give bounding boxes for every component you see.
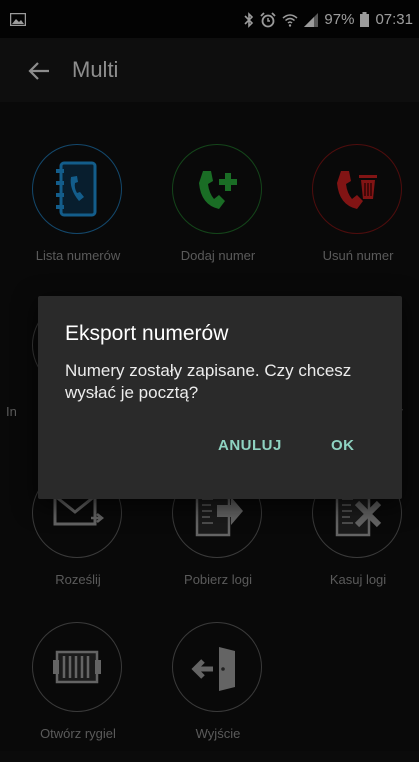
export-dialog: Eksport numerów Numery zostały zapisane.…: [38, 296, 402, 499]
dialog-title: Eksport numerów: [65, 322, 229, 345]
ok-button[interactable]: OK: [331, 437, 355, 454]
cancel-button[interactable]: ANULUJ: [218, 437, 282, 454]
dialog-message: Numery zostały zapisane. Czy chcesz wysł…: [65, 361, 352, 402]
